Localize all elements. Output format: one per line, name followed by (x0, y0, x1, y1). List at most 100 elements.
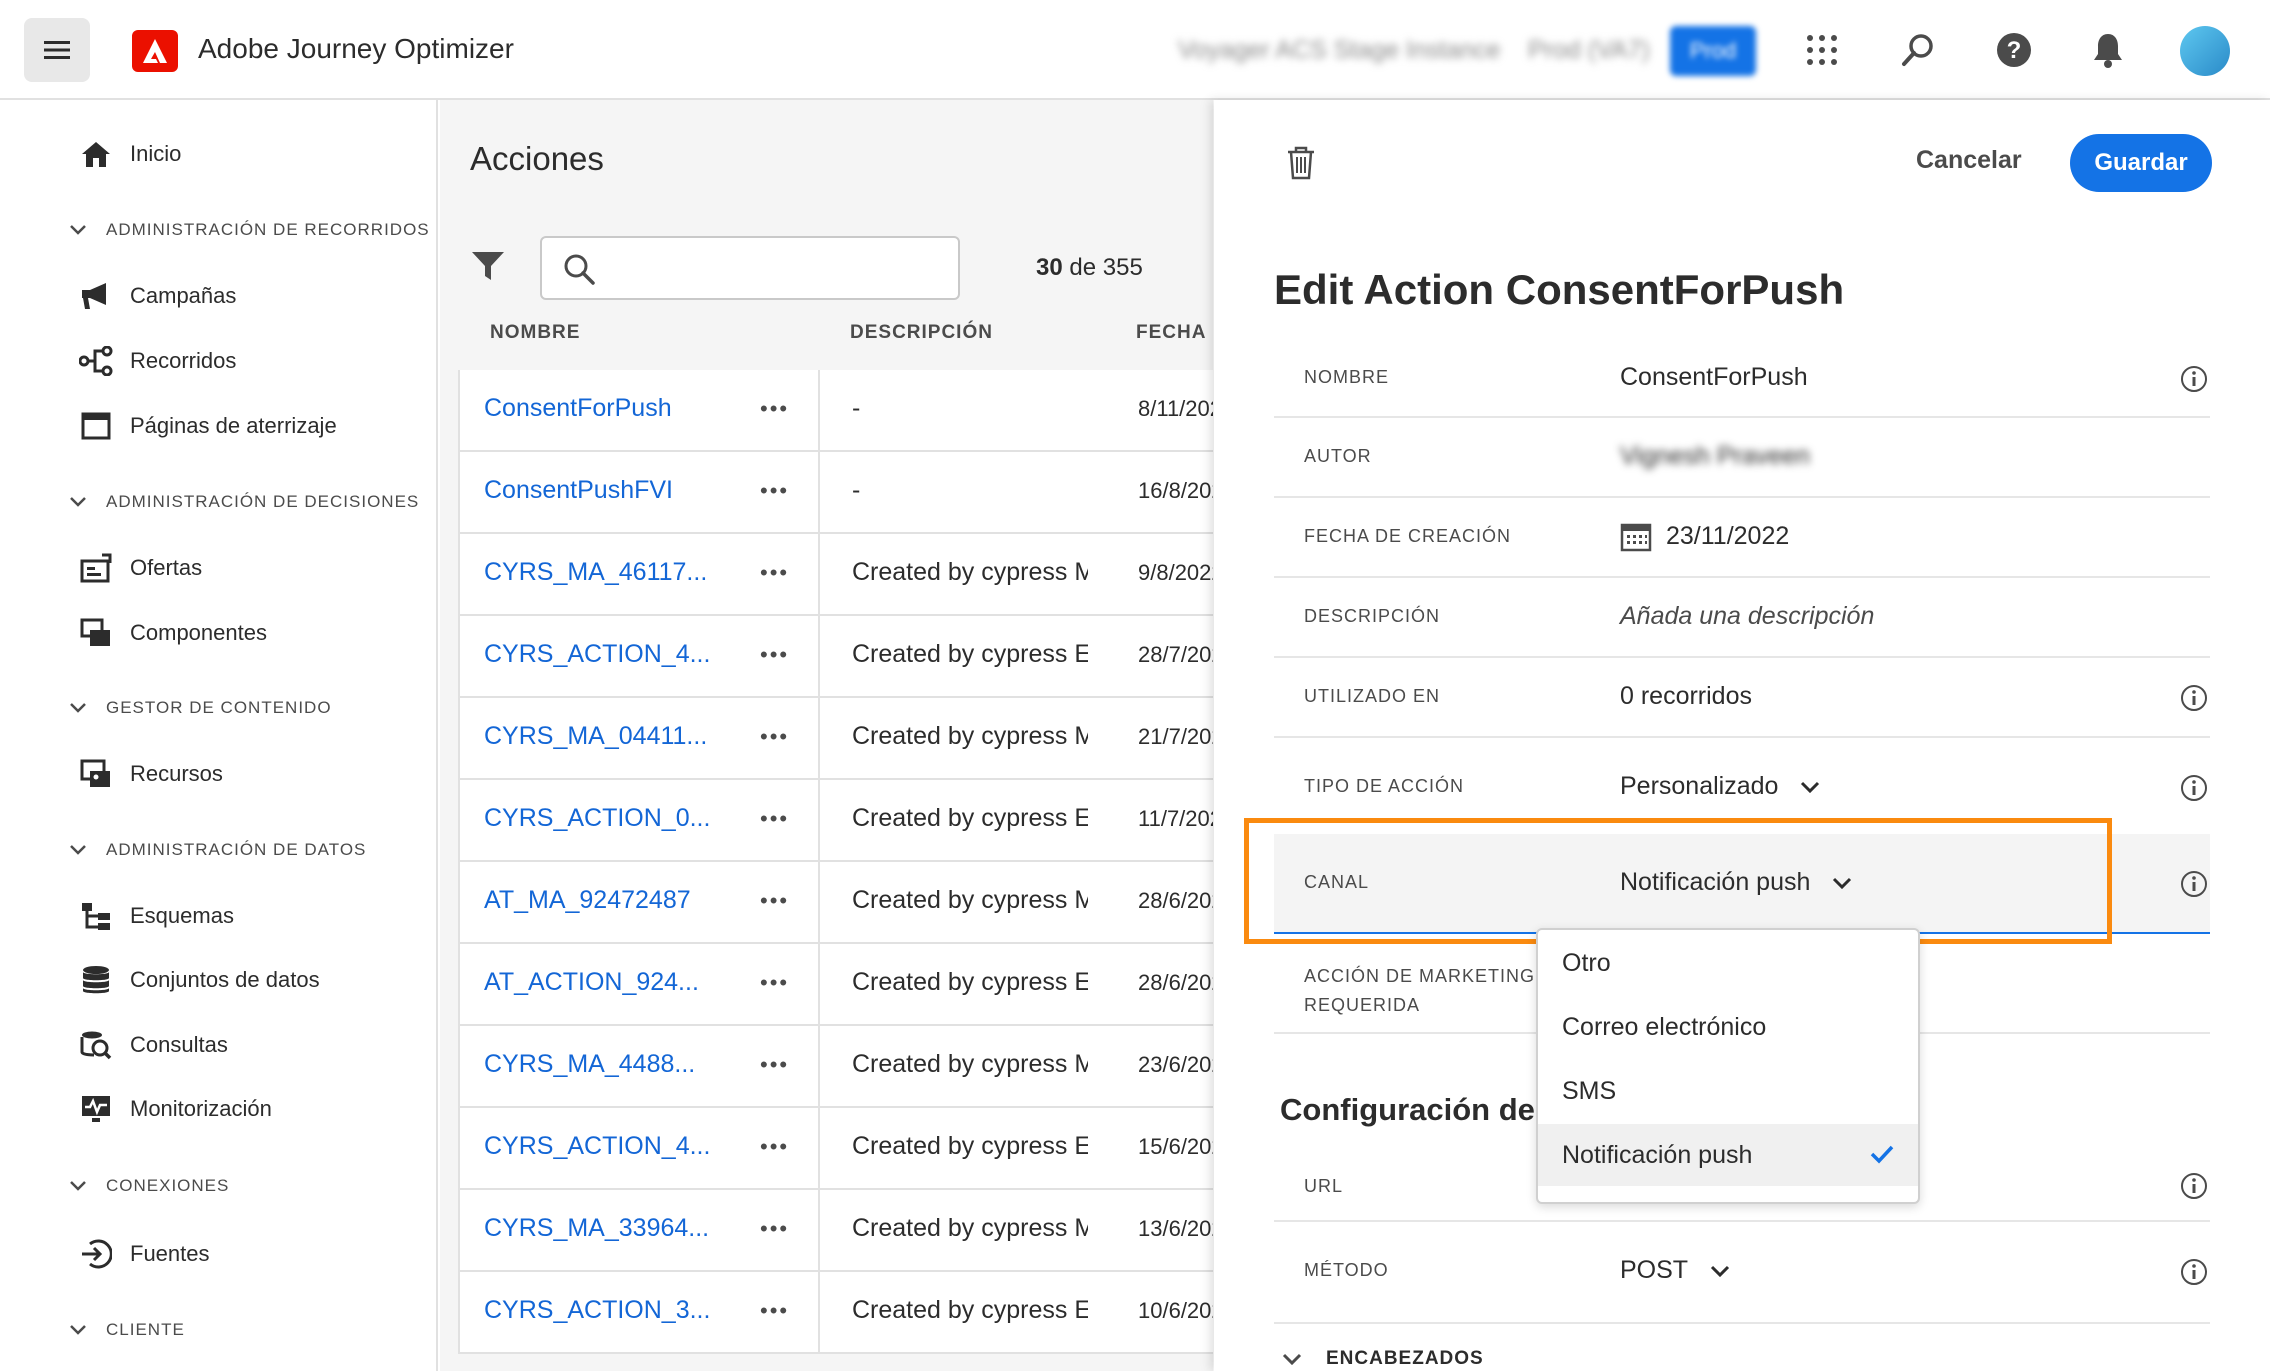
nav-section-content[interactable]: GESTOR DE CONTENIDO (70, 690, 332, 726)
more-options-icon[interactable]: ••• (760, 1216, 789, 1242)
action-date: 28/6/2022 (1138, 888, 1213, 913)
column-header-name[interactable]: NOMBRE (490, 322, 580, 344)
nav-section-label: CLIENTE (106, 1320, 185, 1339)
nav-item-offers[interactable]: Ofertas (78, 546, 202, 590)
action-description: Created by cypress E2E (852, 1132, 1088, 1160)
action-name-link[interactable]: CYRS_MA_04411... (484, 722, 707, 751)
table-row[interactable]: CYRS_ACTION_3... ••• Created by cypress E2… (460, 1272, 1213, 1354)
more-options-icon[interactable]: ••• (760, 806, 789, 832)
channel-option-otro[interactable]: Otro (1538, 932, 1918, 994)
save-button[interactable]: Guardar (2070, 134, 2212, 192)
description-field[interactable]: Añada una descripción (1620, 602, 1874, 631)
more-options-icon[interactable]: ••• (760, 396, 789, 422)
chevron-down-icon (70, 1181, 90, 1191)
bell-icon[interactable] (2084, 26, 2132, 74)
action-name-link[interactable]: CYRS_MA_46117... (484, 558, 707, 587)
table-row[interactable]: ConsentPushFVI ••• - 16/8/2022 (460, 452, 1213, 534)
help-icon[interactable]: ? (1990, 26, 2038, 74)
more-options-icon[interactable]: ••• (760, 560, 789, 586)
channel-option-email[interactable]: Correo electrónico (1538, 996, 1918, 1058)
nav-item-schemas[interactable]: Esquemas (78, 894, 234, 938)
nav-item-components[interactable]: Componentes (78, 611, 267, 655)
nav-item-journeys[interactable]: Recorridos (78, 339, 236, 383)
info-icon[interactable] (2180, 1258, 2208, 1286)
table-row[interactable]: CYRS_ACTION_4... ••• Created by cypress E2… (460, 616, 1213, 698)
nav-section-customer[interactable]: CLIENTE (70, 1312, 185, 1348)
channel-option-sms[interactable]: SMS (1538, 1060, 1918, 1122)
action-name-link[interactable]: CYRS_ACTION_4... (484, 1132, 710, 1161)
info-icon[interactable] (2180, 774, 2208, 802)
table-row[interactable]: CYRS_MA_46117... ••• Created by cypress MA… (460, 534, 1213, 616)
menu-icon[interactable] (24, 18, 90, 82)
more-options-icon[interactable]: ••• (760, 1298, 789, 1324)
headers-section-toggle[interactable]: ENCABEZADOS (1282, 1348, 1484, 1370)
cell-divider (818, 370, 820, 452)
more-options-icon[interactable]: ••• (760, 642, 789, 668)
nav-item-campaigns[interactable]: Campañas (78, 274, 236, 318)
action-description: - (852, 394, 861, 422)
table-row[interactable]: CYRS_ACTION_0... ••• Created by cypress E2… (460, 780, 1213, 862)
nav-item-sources[interactable]: Fuentes (78, 1232, 210, 1276)
more-options-icon[interactable]: ••• (760, 724, 789, 750)
cell-divider (818, 1272, 820, 1354)
cell-divider (818, 862, 820, 944)
field-row-author: AUTOR Vignesh Praveen (1274, 418, 2210, 498)
table-row[interactable]: CYRS_MA_33964... ••• Created by cypress MA… (460, 1190, 1213, 1272)
action-name-link[interactable]: CYRS_ACTION_3... (484, 1296, 710, 1325)
nav-item-landing-pages[interactable]: Páginas de aterrizaje (78, 404, 337, 448)
more-options-icon[interactable]: ••• (760, 888, 789, 914)
nav-item-monitoring[interactable]: Monitorización (78, 1087, 272, 1131)
action-name-link[interactable]: AT_MA_92472487 (484, 886, 691, 915)
sandbox-switcher[interactable]: Prod (VA7) (1528, 36, 1650, 65)
action-name-link[interactable]: CYRS_MA_4488... (484, 1050, 695, 1079)
table-row[interactable]: CYRS_MA_04411... ••• Created by cypress MA… (460, 698, 1213, 780)
cancel-button[interactable]: Cancelar (1916, 146, 2022, 175)
table-row[interactable]: CYRS_ACTION_4... ••• Created by cypress E2… (460, 1108, 1213, 1190)
more-options-icon[interactable]: ••• (760, 970, 789, 996)
field-label: DESCRIPCIÓN (1304, 606, 1441, 626)
nav-section-connections[interactable]: CONEXIONES (70, 1168, 229, 1204)
action-name-link[interactable]: ConsentPushFVI (484, 476, 673, 505)
action-type-picker[interactable]: Personalizado (1620, 772, 1820, 801)
search-icon[interactable] (1894, 26, 1942, 74)
column-header-date[interactable]: FECHA DE CREACIÓN (1136, 322, 1213, 344)
info-icon[interactable] (2180, 365, 2208, 393)
more-options-icon[interactable]: ••• (760, 1052, 789, 1078)
more-options-icon[interactable]: ••• (760, 1134, 789, 1160)
info-icon[interactable] (2180, 870, 2208, 898)
filter-icon[interactable] (470, 248, 506, 288)
nav-section-decisions[interactable]: ADMINISTRACIÓN DE DECISIONES (70, 484, 419, 520)
apps-grid-icon[interactable] (1798, 26, 1846, 74)
adobe-logo-icon[interactable] (132, 30, 178, 72)
nav-section-journeys[interactable]: ADMINISTRACIÓN DE RECORRIDOS (70, 212, 430, 248)
nav-item-queries[interactable]: Consultas (78, 1023, 228, 1067)
table-row[interactable]: AT_ACTION_924... ••• Created by cypress E2… (460, 944, 1213, 1026)
channel-option-push[interactable]: Notificación push (1538, 1124, 1918, 1186)
table-row[interactable]: ConsentForPush ••• - 8/11/2022 (460, 370, 1213, 452)
avatar[interactable] (2180, 26, 2230, 76)
action-name-link[interactable]: CYRS_MA_33964... (484, 1214, 709, 1243)
nav-item-label: Conjuntos de datos (130, 967, 320, 992)
info-icon[interactable] (2180, 1172, 2208, 1200)
method-picker[interactable]: POST (1620, 1256, 1730, 1285)
org-switcher[interactable]: Voyager ACS Stage Instance (1178, 36, 1500, 65)
action-description: Created by cypress E2E (852, 1296, 1088, 1324)
action-name-link[interactable]: CYRS_ACTION_4... (484, 640, 710, 669)
trash-icon[interactable] (1286, 146, 1316, 185)
info-icon[interactable] (2180, 684, 2208, 712)
chevron-down-icon (70, 1325, 90, 1335)
search-input[interactable] (540, 236, 960, 300)
table-row[interactable]: AT_MA_92472487 ••• Created by cypress MA 28… (460, 862, 1213, 944)
table-row[interactable]: CYRS_MA_4488... ••• Created by cypress MA 2… (460, 1026, 1213, 1108)
nav-item-home[interactable]: Inicio (78, 132, 181, 176)
nav-section-data[interactable]: ADMINISTRACIÓN DE DATOS (70, 832, 366, 868)
nav-item-assets[interactable]: Recursos (78, 752, 223, 796)
column-header-description[interactable]: DESCRIPCIÓN (850, 322, 993, 344)
name-field[interactable]: ConsentForPush (1620, 363, 1808, 392)
action-name-link[interactable]: AT_ACTION_924... (484, 968, 699, 997)
action-name-link[interactable]: CYRS_ACTION_0... (484, 804, 710, 833)
more-options-icon[interactable]: ••• (760, 478, 789, 504)
action-name-link[interactable]: ConsentForPush (484, 394, 672, 423)
home-icon (78, 136, 114, 172)
nav-item-datasets[interactable]: Conjuntos de datos (78, 958, 320, 1002)
